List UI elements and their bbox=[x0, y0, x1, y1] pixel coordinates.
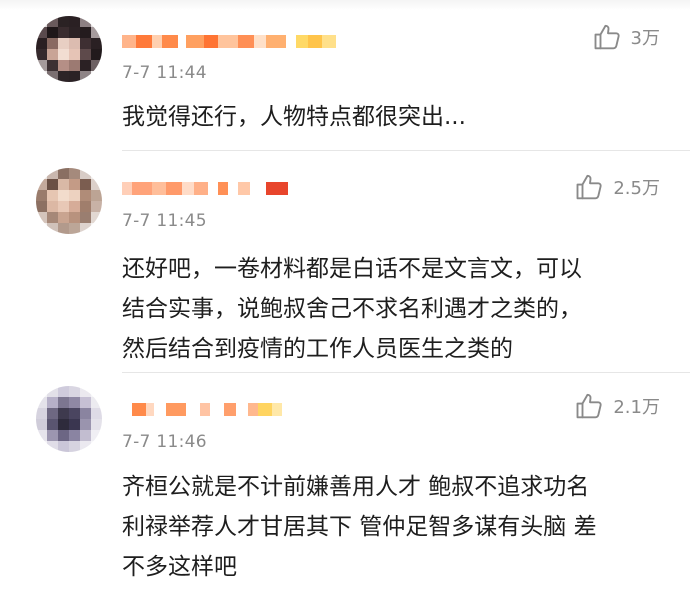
thumbs-up-icon bbox=[576, 393, 602, 419]
user-avatar[interactable] bbox=[36, 168, 102, 234]
username-mosaic[interactable] bbox=[122, 175, 288, 201]
like-count: 3万 bbox=[630, 28, 660, 49]
divider bbox=[122, 372, 690, 373]
comment-time: 7-7 11:44 bbox=[122, 63, 207, 83]
comment-time: 7-7 11:46 bbox=[122, 432, 207, 452]
user-avatar[interactable] bbox=[36, 16, 102, 82]
thumbs-up-icon bbox=[594, 24, 620, 50]
username-mosaic[interactable] bbox=[122, 28, 336, 54]
like-button[interactable]: 2.1万 bbox=[575, 391, 660, 421]
like-button[interactable]: 2.5万 bbox=[575, 172, 660, 202]
username-mosaic[interactable] bbox=[122, 396, 282, 422]
top-fade bbox=[0, 0, 690, 10]
comment-time: 7-7 11:45 bbox=[122, 211, 207, 231]
comment-text: 齐桓公就是不计前嫌善用人才 鲍叔不追求功名 利禄举荐人才甘居其下 管仲足智多谋有… bbox=[122, 474, 597, 580]
user-avatar[interactable] bbox=[36, 386, 102, 452]
comment-text: 还好吧，一卷材料都是白话不是文言文，可以 结合实事，说鲍叔舍己不求名利遇才之类的… bbox=[122, 256, 582, 362]
comment-text: 我觉得还行，人物特点都很突出... bbox=[122, 104, 466, 130]
like-button[interactable]: 3万 bbox=[593, 22, 660, 52]
like-count: 2.5万 bbox=[613, 178, 660, 199]
divider bbox=[122, 150, 690, 151]
like-count: 2.1万 bbox=[613, 397, 660, 418]
thumbs-up-icon bbox=[576, 174, 602, 200]
